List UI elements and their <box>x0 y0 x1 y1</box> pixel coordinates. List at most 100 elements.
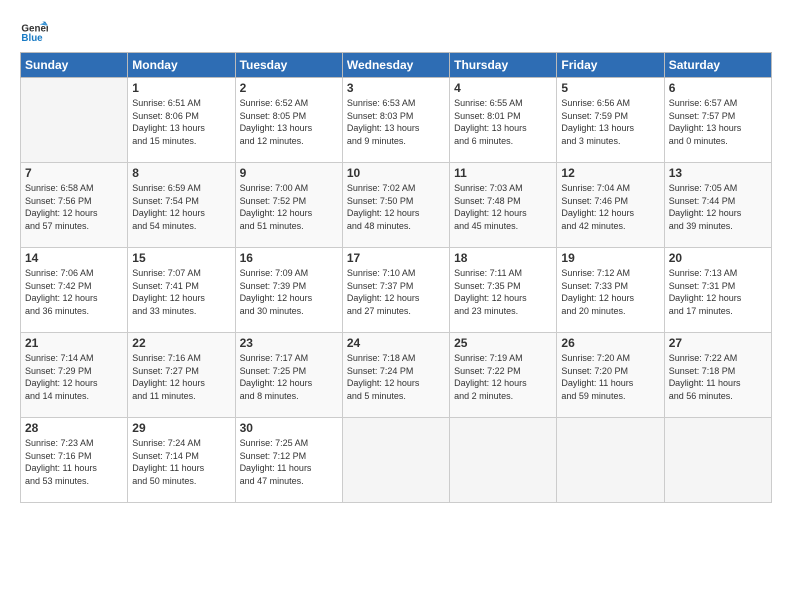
day-info: Sunrise: 7:13 AM Sunset: 7:31 PM Dayligh… <box>669 267 767 317</box>
day-number: 13 <box>669 166 767 180</box>
svg-text:Blue: Blue <box>21 33 43 44</box>
calendar-week-5: 28 Sunrise: 7:23 AM Sunset: 7:16 PM Dayli… <box>21 418 772 503</box>
calendar-cell: 2Sunrise: 6:52 AM Sunset: 8:05 PM Daylig… <box>235 78 342 163</box>
day-number: 22 <box>132 336 230 350</box>
day-number: 3 <box>347 81 445 95</box>
weekday-header-sunday: Sunday <box>21 53 128 78</box>
calendar-week-4: 21 Sunrise: 7:14 AM Sunset: 7:29 PM Dayli… <box>21 333 772 418</box>
day-number: 26 <box>561 336 659 350</box>
day-info: Sunrise: 6:53 AM Sunset: 8:03 PM Dayligh… <box>347 97 445 147</box>
day-number: 11 <box>454 166 552 180</box>
day-number: 5 <box>561 81 659 95</box>
calendar-cell: 26 Sunrise: 7:20 AM Sunset: 7:20 PM Dayli… <box>557 333 664 418</box>
weekday-header-friday: Friday <box>557 53 664 78</box>
weekday-header-wednesday: Wednesday <box>342 53 449 78</box>
day-number: 21 <box>25 336 123 350</box>
calendar-week-1: 1 Sunrise: 6:51 AM Sunset: 8:06 PM Daylig… <box>21 78 772 163</box>
calendar-cell <box>557 418 664 503</box>
calendar-cell: 15 Sunrise: 7:07 AM Sunset: 7:41 PM Dayli… <box>128 248 235 333</box>
calendar-cell: 1 Sunrise: 6:51 AM Sunset: 8:06 PM Daylig… <box>128 78 235 163</box>
calendar-cell: 23 Sunrise: 7:17 AM Sunset: 7:25 PM Dayli… <box>235 333 342 418</box>
calendar-cell: 20 Sunrise: 7:13 AM Sunset: 7:31 PM Dayli… <box>664 248 771 333</box>
day-number: 12 <box>561 166 659 180</box>
day-info: Sunrise: 7:04 AM Sunset: 7:46 PM Dayligh… <box>561 182 659 232</box>
day-number: 15 <box>132 251 230 265</box>
calendar-cell: 4Sunrise: 6:55 AM Sunset: 8:01 PM Daylig… <box>450 78 557 163</box>
logo-icon: General Blue <box>20 16 48 44</box>
day-info: Sunrise: 7:06 AM Sunset: 7:42 PM Dayligh… <box>25 267 123 317</box>
day-info: Sunrise: 7:05 AM Sunset: 7:44 PM Dayligh… <box>669 182 767 232</box>
day-number: 4 <box>454 81 552 95</box>
calendar-cell: 22 Sunrise: 7:16 AM Sunset: 7:27 PM Dayli… <box>128 333 235 418</box>
calendar-cell: 29Sunrise: 7:24 AM Sunset: 7:14 PM Dayli… <box>128 418 235 503</box>
day-info: Sunrise: 6:51 AM Sunset: 8:06 PM Dayligh… <box>132 97 230 147</box>
calendar-cell: 8Sunrise: 6:59 AM Sunset: 7:54 PM Daylig… <box>128 163 235 248</box>
day-info: Sunrise: 6:57 AM Sunset: 7:57 PM Dayligh… <box>669 97 767 147</box>
calendar-cell <box>342 418 449 503</box>
calendar-cell: 25 Sunrise: 7:19 AM Sunset: 7:22 PM Dayli… <box>450 333 557 418</box>
day-info: Sunrise: 7:17 AM Sunset: 7:25 PM Dayligh… <box>240 352 338 402</box>
day-info: Sunrise: 7:02 AM Sunset: 7:50 PM Dayligh… <box>347 182 445 232</box>
calendar-cell: 12 Sunrise: 7:04 AM Sunset: 7:46 PM Dayli… <box>557 163 664 248</box>
calendar-week-3: 14 Sunrise: 7:06 AM Sunset: 7:42 PM Dayli… <box>21 248 772 333</box>
day-info: Sunrise: 7:19 AM Sunset: 7:22 PM Dayligh… <box>454 352 552 402</box>
calendar-cell: 9 Sunrise: 7:00 AM Sunset: 7:52 PM Daylig… <box>235 163 342 248</box>
day-number: 24 <box>347 336 445 350</box>
day-number: 20 <box>669 251 767 265</box>
calendar-cell: 5 Sunrise: 6:56 AM Sunset: 7:59 PM Daylig… <box>557 78 664 163</box>
calendar-week-2: 7Sunrise: 6:58 AM Sunset: 7:56 PM Daylig… <box>21 163 772 248</box>
day-number: 18 <box>454 251 552 265</box>
weekday-header-monday: Monday <box>128 53 235 78</box>
day-number: 7 <box>25 166 123 180</box>
day-number: 10 <box>347 166 445 180</box>
calendar-cell: 10 Sunrise: 7:02 AM Sunset: 7:50 PM Dayli… <box>342 163 449 248</box>
day-number: 6 <box>669 81 767 95</box>
day-info: Sunrise: 7:03 AM Sunset: 7:48 PM Dayligh… <box>454 182 552 232</box>
calendar-cell: 6 Sunrise: 6:57 AM Sunset: 7:57 PM Daylig… <box>664 78 771 163</box>
day-number: 28 <box>25 421 123 435</box>
calendar-cell: 21 Sunrise: 7:14 AM Sunset: 7:29 PM Dayli… <box>21 333 128 418</box>
day-info: Sunrise: 7:10 AM Sunset: 7:37 PM Dayligh… <box>347 267 445 317</box>
logo: General Blue <box>20 16 52 44</box>
day-number: 9 <box>240 166 338 180</box>
day-number: 23 <box>240 336 338 350</box>
day-number: 2 <box>240 81 338 95</box>
day-number: 25 <box>454 336 552 350</box>
day-number: 27 <box>669 336 767 350</box>
day-info: Sunrise: 7:14 AM Sunset: 7:29 PM Dayligh… <box>25 352 123 402</box>
main-container: General Blue SundayMondayTuesdayWednesda… <box>0 0 792 513</box>
day-number: 16 <box>240 251 338 265</box>
calendar-cell: 19 Sunrise: 7:12 AM Sunset: 7:33 PM Dayli… <box>557 248 664 333</box>
weekday-header-row: SundayMondayTuesdayWednesdayThursdayFrid… <box>21 53 772 78</box>
calendar-cell: 16 Sunrise: 7:09 AM Sunset: 7:39 PM Dayli… <box>235 248 342 333</box>
day-number: 14 <box>25 251 123 265</box>
day-info: Sunrise: 7:25 AM Sunset: 7:12 PM Dayligh… <box>240 437 338 487</box>
calendar-cell: 18Sunrise: 7:11 AM Sunset: 7:35 PM Dayli… <box>450 248 557 333</box>
weekday-header-tuesday: Tuesday <box>235 53 342 78</box>
day-info: Sunrise: 6:56 AM Sunset: 7:59 PM Dayligh… <box>561 97 659 147</box>
day-number: 1 <box>132 81 230 95</box>
weekday-header-saturday: Saturday <box>664 53 771 78</box>
calendar-cell <box>664 418 771 503</box>
day-number: 29 <box>132 421 230 435</box>
day-number: 17 <box>347 251 445 265</box>
day-number: 19 <box>561 251 659 265</box>
day-info: Sunrise: 7:18 AM Sunset: 7:24 PM Dayligh… <box>347 352 445 402</box>
calendar-cell <box>450 418 557 503</box>
header: General Blue <box>20 16 772 44</box>
day-info: Sunrise: 6:59 AM Sunset: 7:54 PM Dayligh… <box>132 182 230 232</box>
calendar-cell: 24 Sunrise: 7:18 AM Sunset: 7:24 PM Dayli… <box>342 333 449 418</box>
day-info: Sunrise: 7:07 AM Sunset: 7:41 PM Dayligh… <box>132 267 230 317</box>
calendar-table: SundayMondayTuesdayWednesdayThursdayFrid… <box>20 52 772 503</box>
calendar-cell: 11 Sunrise: 7:03 AM Sunset: 7:48 PM Dayli… <box>450 163 557 248</box>
day-info: Sunrise: 7:00 AM Sunset: 7:52 PM Dayligh… <box>240 182 338 232</box>
calendar-cell: 14 Sunrise: 7:06 AM Sunset: 7:42 PM Dayli… <box>21 248 128 333</box>
day-info: Sunrise: 7:12 AM Sunset: 7:33 PM Dayligh… <box>561 267 659 317</box>
day-info: Sunrise: 7:23 AM Sunset: 7:16 PM Dayligh… <box>25 437 123 487</box>
calendar-cell: 17 Sunrise: 7:10 AM Sunset: 7:37 PM Dayli… <box>342 248 449 333</box>
day-info: Sunrise: 7:20 AM Sunset: 7:20 PM Dayligh… <box>561 352 659 402</box>
calendar-cell: 30Sunrise: 7:25 AM Sunset: 7:12 PM Dayli… <box>235 418 342 503</box>
weekday-header-thursday: Thursday <box>450 53 557 78</box>
day-info: Sunrise: 7:09 AM Sunset: 7:39 PM Dayligh… <box>240 267 338 317</box>
day-info: Sunrise: 7:16 AM Sunset: 7:27 PM Dayligh… <box>132 352 230 402</box>
